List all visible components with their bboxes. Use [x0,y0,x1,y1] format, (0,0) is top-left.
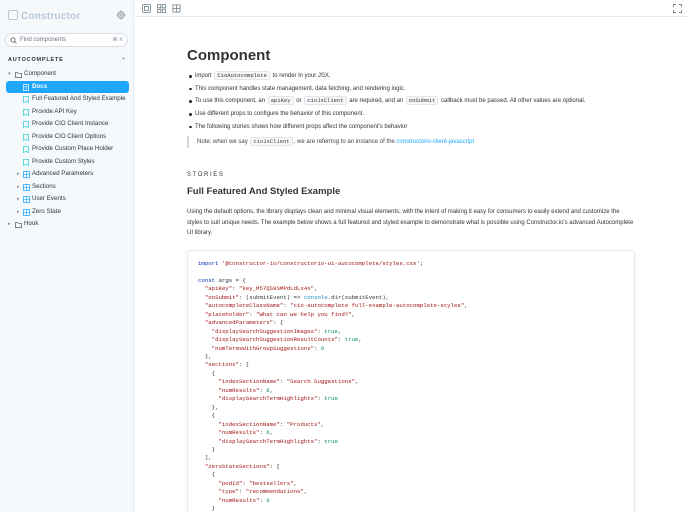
list-item: This component handles state management,… [189,83,635,96]
bullet-text: import [195,73,212,79]
inline-code: cioJsClient [250,137,293,146]
note-blockquote: Note: when we say cioJsClient, we are re… [187,136,474,148]
bullet-text: or [296,98,302,105]
grid-icon[interactable] [157,4,166,13]
note-text: Note: when we say [197,139,248,145]
logo-mark-icon [8,10,18,20]
chevron-right-icon[interactable]: ▸ [17,206,20,219]
inline-code: CioAutocomplete [214,71,270,80]
outline-icon[interactable] [172,4,181,13]
source-code[interactable]: import '@constructor-io/constructorio-ui… [198,260,468,512]
search-shortcut: ⌘ K [112,37,123,43]
sidebar-item-component[interactable]: ▾ Component [0,68,134,81]
intro-list: import CioAutocomplete to render in your… [189,70,635,134]
chevron-down-icon[interactable]: ▾ [8,68,11,81]
sidebar-header: Constructor [8,10,128,24]
bullet-text: are required, and an [349,98,404,105]
sidebar-item-advanced-parameters[interactable]: ▸ Advanced Parameters [0,168,134,181]
sidebar-item-provide-custom-styles[interactable]: Provide Custom Styles [0,156,134,169]
sidebar-item-label: Provide Custom Styles [32,157,95,165]
sidebar-item-label: Provide API Key [32,107,77,115]
brand-logo-text: Constructor [21,11,81,22]
chevron-right-icon[interactable]: ▸ [17,193,20,206]
list-item: The following stories shows how differen… [189,121,635,134]
story-title: Full Featured And Styled Example [187,186,341,197]
chevron-right-icon[interactable]: ▸ [17,168,20,181]
sidebar-item-label: Zero State [32,207,61,215]
stories-heading: STORIES [187,172,225,178]
section-collapse-icon[interactable]: ⌃ [121,57,126,64]
sidebar-item-label: Docs [32,82,48,90]
note-text: , we are referring to an instance of the [293,139,395,145]
page-title: Component [187,47,271,64]
component-tree: ▾ Component Docs Full Featured And Styled E… [0,68,134,231]
sidebar-item-label: Provide CIO Client Instance [32,120,109,127]
sidebar-item-sections[interactable]: ▸ Sections [0,181,134,194]
code-block: import '@constructor-io/constructorio-ui… [187,250,635,512]
sidebar-item-provide-cio-client-options[interactable]: Provide CIO Client Options [0,131,134,144]
sidebar-item-label: Provide CIO Client Options [32,132,107,140]
toolbar [135,0,688,17]
inline-code: cioJsClient [304,96,347,106]
search-placeholder: Find components [20,37,67,43]
sidebar: Constructor Find components ⌘ K AUTOCOMP… [0,0,134,512]
sidebar-item-provide-api-key[interactable]: Provide API Key [0,106,134,119]
search-icon [10,37,17,44]
inline-code: apiKey [267,96,294,106]
inline-code: onSubmit [405,96,439,106]
client-javascript-link[interactable]: constructorio-client-javascript [396,139,474,145]
bullet-text: to render in your JSX. [272,73,331,79]
chevron-right-icon[interactable]: ▸ [8,218,11,231]
zoom-icon[interactable] [142,4,151,13]
sidebar-item-hook[interactable]: ▸ Hook [0,218,134,231]
list-item: To use this component, an apiKey or cioJ… [189,95,635,108]
list-item: import CioAutocomplete to render in your… [189,70,635,83]
gear-icon[interactable] [116,10,126,20]
sidebar-item-label: Full Featured And Styled Example [32,95,126,102]
brand-logo[interactable]: Constructor [8,10,80,22]
sidebar-item-label: Advanced Parameters [32,170,94,177]
sidebar-item-label: Provide Custom Place Holder [32,145,114,152]
sidebar-item-provide-custom-place-holder[interactable]: Provide Custom Place Holder [0,143,134,156]
search-input[interactable]: Find components ⌘ K [5,33,128,47]
chevron-right-icon[interactable]: ▸ [17,181,20,194]
sidebar-item-zero-state[interactable]: ▸ Zero State [0,206,134,219]
story-description: Using the default options, the library d… [187,209,634,236]
sidebar-item-full-featured-and-styled-example[interactable]: Full Featured And Styled Example [0,93,134,106]
folder-icon [15,221,22,234]
sidebar-item-user-events[interactable]: ▸ User Events [0,193,134,206]
docs-content: Component import CioAutocomplete to rend… [135,18,688,512]
sidebar-item-label: Hook [24,220,39,227]
sidebar-item-label: User Events [32,195,66,202]
bullet-text: To use this component, an [195,98,266,105]
bullet-text: callback must be passed. All other value… [441,98,586,105]
section-title[interactable]: AUTOCOMPLETE [8,57,64,63]
sidebar-item-docs[interactable]: Docs [6,80,129,93]
sidebar-item-label: Component [24,70,56,77]
sidebar-item-provide-cio-client-instance[interactable]: Provide CIO Client Instance [0,118,134,131]
fullscreen-icon[interactable] [673,4,682,13]
list-item: Use different props to configure the beh… [189,108,635,121]
sidebar-item-label: Sections [32,182,56,190]
